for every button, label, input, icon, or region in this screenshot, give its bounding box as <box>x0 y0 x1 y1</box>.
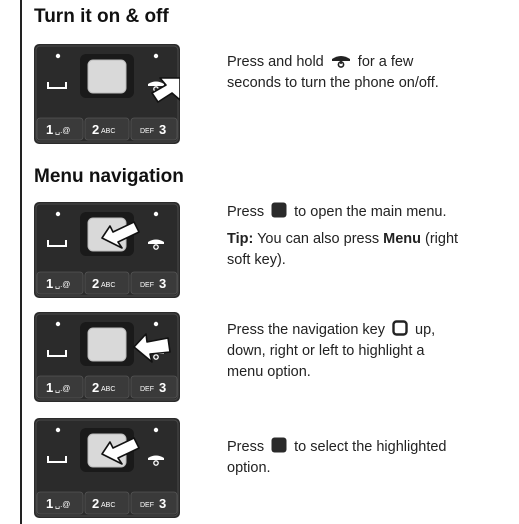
left-soft-key-dot <box>55 427 61 433</box>
step3-text-a: Press <box>227 439 265 455</box>
power-text-b: for a few <box>357 54 414 70</box>
key3-digit: 3 <box>159 496 166 511</box>
key1-digit: 1 <box>46 380 53 395</box>
key2-letters: ABC <box>101 502 115 509</box>
right-soft-key-dot <box>153 53 159 59</box>
step3-text-c: option. <box>227 460 271 476</box>
menu-step2-instruction: Press the navigation key up, down, right… <box>227 320 435 383</box>
key3-digit: 3 <box>159 122 166 137</box>
menu-step3-instruction: Press to select the highlighted option. <box>227 437 447 479</box>
key3-letters: DEF <box>140 128 154 135</box>
key-3 <box>130 375 178 399</box>
key1-digit: 1 <box>46 496 53 511</box>
step1-text-a: Press <box>227 204 265 220</box>
left-soft-key-dot <box>55 321 61 327</box>
key3-letters: DEF <box>140 386 154 393</box>
key1-symbols: ␣.@ <box>55 126 70 135</box>
center-select-key-icon <box>271 437 287 453</box>
right-soft-key-dot <box>153 427 159 433</box>
key1-digit: 1 <box>46 122 53 137</box>
tip-menu-word: Menu <box>383 231 421 247</box>
step1-text-b: to open the main menu. <box>294 204 447 220</box>
key-3 <box>130 271 178 295</box>
end-power-key-icon <box>331 56 350 68</box>
left-soft-key-dot <box>55 53 61 59</box>
key-3 <box>130 117 178 141</box>
key3-letters: DEF <box>140 282 154 289</box>
key2-digit: 2 <box>92 496 99 511</box>
key1-symbols: ␣.@ <box>55 384 70 393</box>
right-soft-key-dot <box>153 321 159 327</box>
step2-text-d: menu option. <box>227 364 311 380</box>
key2-letters: ABC <box>101 128 115 135</box>
key1-symbols: ␣.@ <box>55 280 70 289</box>
power-instruction: Press and hold for a few seconds to turn… <box>227 52 439 94</box>
margin-rule <box>20 0 22 524</box>
left-soft-key-dot <box>55 211 61 217</box>
power-text-c: seconds to turn the phone on/off. <box>227 75 439 91</box>
section-heading-power: Turn it on & off <box>34 6 169 27</box>
phone-keypad-illustration: 1 ␣.@ 2 ABC DEF 3 <box>34 202 180 298</box>
key3-digit: 3 <box>159 276 166 291</box>
tip-text-c: soft key). <box>227 252 286 268</box>
key2-digit: 2 <box>92 276 99 291</box>
menu-step1-instruction: Press to open the main menu. <box>227 202 447 223</box>
tip-text-a: You can also press <box>257 231 380 247</box>
key2-digit: 2 <box>92 380 99 395</box>
right-soft-key-dot <box>153 211 159 217</box>
key1-symbols: ␣.@ <box>55 500 70 509</box>
key2-letters: ABC <box>101 386 115 393</box>
key-3 <box>130 491 178 515</box>
phone-keypad-illustration: 1 ␣.@ 2 ABC DEF 3 <box>34 418 180 518</box>
center-select-key <box>87 327 127 362</box>
step2-text-c: down, right or left to highlight a <box>227 343 425 359</box>
tip-text-b: (right <box>425 231 459 247</box>
key1-digit: 1 <box>46 276 53 291</box>
phone-keypad-illustration: 1 ␣.@ 2 ABC DEF 3 <box>34 312 180 402</box>
key2-digit: 2 <box>92 122 99 137</box>
key3-letters: DEF <box>140 502 154 509</box>
step2-text-a: Press the navigation key <box>227 322 385 338</box>
step2-text-b: up, <box>415 322 436 338</box>
tip-label: Tip: <box>227 231 254 247</box>
section-heading-menu: Menu navigation <box>34 166 184 187</box>
power-text-a: Press and hold <box>227 54 324 70</box>
center-select-key <box>87 59 127 94</box>
center-select-key-icon <box>271 202 287 218</box>
menu-tip: Tip: You can also press Menu (right soft… <box>227 229 458 271</box>
key3-digit: 3 <box>159 380 166 395</box>
key2-letters: ABC <box>101 282 115 289</box>
step3-text-b: to select the highlighted <box>294 439 447 455</box>
navigation-key-icon <box>392 320 408 336</box>
phone-keypad-illustration: 1 ␣.@ 2 ABC DEF 3 <box>34 44 180 144</box>
